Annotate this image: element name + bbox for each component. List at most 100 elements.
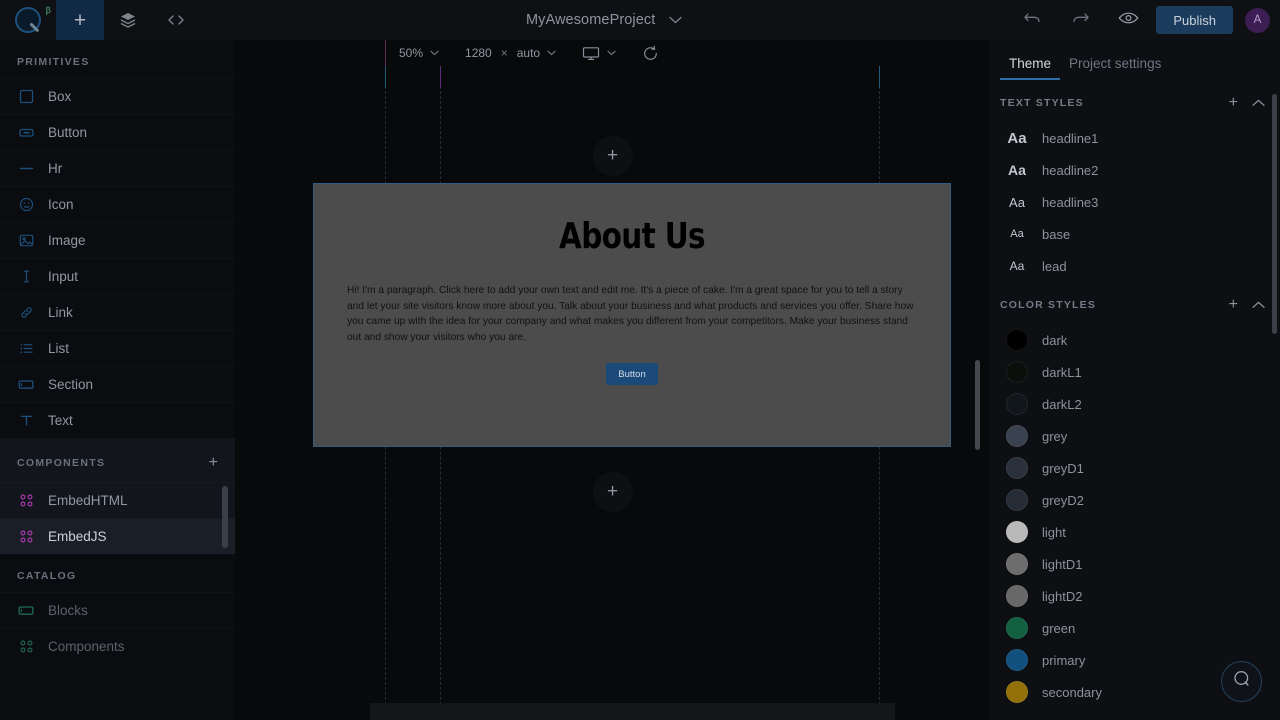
layers-button[interactable]	[104, 0, 152, 40]
sidebar-item-label: EmbedJS	[48, 529, 107, 544]
canvas-height-input[interactable]: auto	[517, 46, 540, 60]
canvas-size-control[interactable]: 1280 × auto	[452, 40, 569, 66]
add-component-button[interactable]: +	[209, 454, 218, 472]
text-style-sample: Aa	[1009, 194, 1025, 210]
text-style-row[interactable]: Aa base	[990, 218, 1280, 250]
text-style-label: headline1	[1042, 130, 1099, 146]
color-style-row[interactable]: darkL2	[990, 388, 1280, 420]
image-icon	[17, 233, 35, 248]
sidebar-item-hr[interactable]: Hr	[0, 150, 235, 186]
zoom-control[interactable]: 50%	[386, 40, 452, 66]
section-content: About Us Hi! I'm a paragraph. Click here…	[314, 184, 950, 385]
color-styles-list: dark darkL1 darkL2 grey greyD1 greyD2 li…	[990, 324, 1280, 708]
color-style-row[interactable]: darkL1	[990, 356, 1280, 388]
chevron-up-icon[interactable]	[1252, 296, 1265, 314]
canvas-width-input[interactable]: 1280	[465, 46, 492, 60]
color-style-label: darkL2	[1042, 396, 1082, 412]
color-style-label: lightD1	[1042, 556, 1083, 572]
canvas-toolbar: 50% 1280 × auto	[235, 40, 990, 66]
section-heading[interactable]: About Us	[398, 216, 865, 257]
monitor-icon	[582, 46, 600, 61]
add-section-below-button[interactable]: +	[592, 472, 633, 512]
add-text-style-button[interactable]: +	[1229, 94, 1238, 112]
component-icon	[17, 529, 35, 544]
sidebar-item-link[interactable]: Link	[0, 294, 235, 330]
text-style-label: headline3	[1042, 194, 1099, 210]
publish-button[interactable]: Publish	[1156, 6, 1233, 34]
color-style-row[interactable]: greyD2	[990, 484, 1280, 516]
color-style-row[interactable]: grey	[990, 420, 1280, 452]
canvas-scrollbar[interactable]	[975, 360, 980, 450]
sidebar-item-embedhtml[interactable]: EmbedHTML	[0, 482, 235, 518]
chevron-down-icon[interactable]	[547, 49, 556, 58]
device-control[interactable]	[569, 40, 629, 66]
tab-label: Project settings	[1069, 56, 1162, 71]
sidebar-item-icon[interactable]: Icon	[0, 186, 235, 222]
tab-theme[interactable]: Theme	[1000, 56, 1061, 80]
guide-cap	[879, 66, 880, 88]
redo-button[interactable]	[1056, 0, 1104, 40]
color-style-row[interactable]: dark	[990, 324, 1280, 356]
color-style-label: dark	[1042, 332, 1068, 348]
canvas-section[interactable]: About Us Hi! I'm a paragraph. Click here…	[313, 183, 951, 447]
color-style-row[interactable]: light	[990, 516, 1280, 548]
plus-icon: +	[606, 145, 619, 166]
canvas-next-section[interactable]	[370, 703, 895, 720]
color-swatch	[1006, 553, 1028, 575]
add-element-button[interactable]: +	[56, 0, 104, 40]
text-style-row[interactable]: Aa headline1	[990, 122, 1280, 154]
plus-icon: +	[73, 8, 87, 32]
tab-project-settings[interactable]: Project settings	[1060, 56, 1170, 80]
text-style-sample: Aa	[1008, 162, 1026, 178]
left-sidebar: PRIMITIVES Box Button Hr Icon Image Inpu…	[0, 40, 235, 720]
project-title-area[interactable]: MyAwesomeProject	[200, 11, 1008, 29]
preview-button[interactable]	[1104, 0, 1152, 40]
sidebar-item-image[interactable]: Image	[0, 222, 235, 258]
sidebar-item-text[interactable]: Text	[0, 402, 235, 438]
right-panel-scrollbar[interactable]	[1272, 94, 1277, 334]
add-color-style-button[interactable]: +	[1229, 296, 1238, 314]
right-panel: Theme Project settings TEXT STYLES + Aa …	[990, 40, 1280, 720]
chevron-down-icon[interactable]	[430, 49, 439, 58]
text-style-row[interactable]: Aa headline3	[990, 186, 1280, 218]
color-style-row[interactable]: lightD1	[990, 548, 1280, 580]
avatar[interactable]: A	[1245, 7, 1270, 33]
app-logo-button[interactable]: β	[0, 0, 56, 40]
sidebar-item-list[interactable]: List	[0, 330, 235, 366]
sidebar-item-blocks[interactable]: Blocks	[0, 592, 235, 628]
catalog-header: CATALOG	[0, 554, 235, 592]
sidebar-item-components[interactable]: Components	[0, 628, 235, 664]
canvas-area[interactable]: 50% 1280 × auto + About Us Hi! I'm a par…	[235, 40, 990, 720]
undo-button[interactable]	[1008, 0, 1056, 40]
chevron-down-icon[interactable]	[607, 49, 616, 58]
color-swatch	[1006, 585, 1028, 607]
button-icon	[17, 125, 35, 140]
section-cta-label: Button	[618, 368, 646, 380]
code-icon	[166, 11, 186, 29]
chevron-down-icon[interactable]	[669, 11, 683, 29]
sidebar-item-section[interactable]: Section	[0, 366, 235, 402]
sidebar-item-button[interactable]: Button	[0, 114, 235, 150]
section-paragraph[interactable]: Hi! I'm a paragraph. Click here to add y…	[347, 283, 917, 345]
sidebar-item-embedjs[interactable]: EmbedJS	[0, 518, 235, 554]
components-scrollbar[interactable]	[222, 486, 228, 548]
chevron-up-icon[interactable]	[1252, 94, 1265, 112]
color-style-row[interactable]: green	[990, 612, 1280, 644]
reload-control[interactable]	[629, 40, 672, 66]
text-style-row[interactable]: Aa headline2	[990, 154, 1280, 186]
help-chat-icon	[1232, 669, 1252, 694]
sidebar-item-input[interactable]: Input	[0, 258, 235, 294]
section-cta-button[interactable]: Button	[606, 363, 658, 385]
help-button[interactable]	[1221, 661, 1262, 702]
color-style-row[interactable]: lightD2	[990, 580, 1280, 612]
list-icon	[17, 341, 35, 356]
beta-badge: β	[45, 5, 52, 15]
primitives-list: Box Button Hr Icon Image Input Link List…	[0, 78, 235, 438]
sidebar-item-box[interactable]: Box	[0, 78, 235, 114]
color-style-row[interactable]: greyD1	[990, 452, 1280, 484]
sidebar-item-label: Hr	[48, 161, 63, 176]
input-icon	[17, 269, 35, 284]
text-style-row[interactable]: Aa lead	[990, 250, 1280, 282]
code-button[interactable]	[152, 0, 200, 40]
add-section-above-button[interactable]: +	[592, 136, 633, 176]
